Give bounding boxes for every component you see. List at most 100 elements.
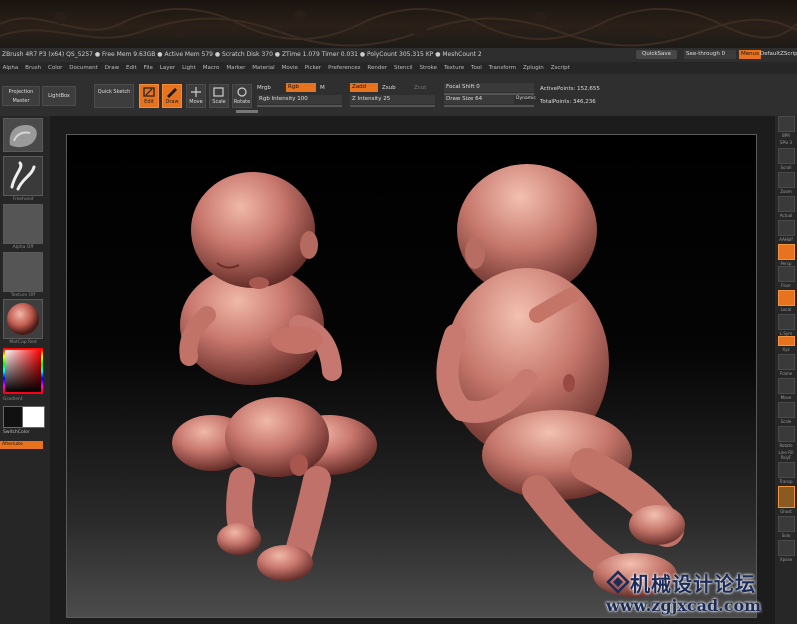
menu-light[interactable]: Light bbox=[182, 62, 196, 74]
menu-tool[interactable]: Tool bbox=[471, 62, 482, 74]
draw-size-slider[interactable]: Draw Size 64 bbox=[444, 95, 514, 104]
texture-thumbnail[interactable] bbox=[3, 252, 43, 292]
lsym-button[interactable] bbox=[778, 314, 795, 330]
rgb-toggle[interactable]: Rgb bbox=[286, 83, 316, 92]
alpha-thumbnail[interactable] bbox=[3, 204, 43, 244]
mrgb-toggle[interactable]: Mrgb bbox=[257, 84, 271, 92]
menu-movie[interactable]: Movie bbox=[282, 62, 298, 74]
rotate-view-label: Rotate bbox=[779, 443, 793, 448]
floor-button[interactable] bbox=[778, 266, 795, 282]
menu-marker[interactable]: Marker bbox=[226, 62, 245, 74]
persp-button[interactable] bbox=[778, 244, 795, 260]
dynamic-toggle[interactable]: Dynamic bbox=[516, 95, 536, 103]
menu-file[interactable]: File bbox=[144, 62, 153, 74]
xyz-button[interactable] bbox=[778, 336, 795, 346]
scale-view-button[interactable] bbox=[778, 402, 795, 418]
scale-label: Scale bbox=[212, 99, 226, 105]
zsub-toggle[interactable]: Zsub bbox=[382, 84, 396, 92]
texture-label: Texture Off bbox=[10, 293, 36, 298]
move-view-button[interactable] bbox=[778, 378, 795, 394]
menu-picker[interactable]: Picker bbox=[305, 62, 321, 74]
menu-zplugin[interactable]: Zplugin bbox=[523, 62, 544, 74]
menu-document[interactable]: Document bbox=[69, 62, 98, 74]
switch-color-button[interactable]: SwitchColor bbox=[3, 430, 43, 435]
projection-master-button[interactable]: Projection Master bbox=[2, 86, 40, 106]
frame-button[interactable] bbox=[778, 354, 795, 370]
zoom-button[interactable] bbox=[778, 172, 795, 188]
left-tray: Freehand Alpha Off Texture Off MatCap Re… bbox=[0, 116, 50, 624]
menu-stencil[interactable]: Stencil bbox=[394, 62, 413, 74]
rgb-intensity-slider[interactable]: Rgb Intensity 100 bbox=[257, 95, 342, 104]
m-toggle[interactable]: M bbox=[320, 84, 325, 92]
aahalf-label: AAHalf bbox=[779, 237, 793, 242]
document-canvas[interactable] bbox=[66, 134, 757, 618]
spix-slider[interactable]: SPix 3 bbox=[775, 140, 797, 145]
quick-sketch-button[interactable]: Quick Sketch bbox=[94, 84, 134, 108]
stroke-label: Freehand bbox=[12, 197, 34, 202]
shelf-scrollbar[interactable] bbox=[236, 110, 258, 113]
brush-icon bbox=[9, 125, 37, 148]
stroke-thumbnail[interactable] bbox=[3, 156, 43, 196]
gradient-label: Gradient bbox=[3, 397, 23, 402]
alternate-button[interactable]: Alternate bbox=[0, 441, 43, 449]
menu-edit[interactable]: Edit bbox=[126, 62, 137, 74]
menu-material[interactable]: Material bbox=[252, 62, 274, 74]
zadd-toggle[interactable]: Zadd bbox=[350, 83, 378, 92]
transp-button[interactable] bbox=[778, 462, 795, 478]
xpose-button[interactable] bbox=[778, 540, 795, 556]
menu-draw[interactable]: Draw bbox=[105, 62, 119, 74]
actual-button[interactable] bbox=[778, 196, 795, 212]
bpr-button[interactable] bbox=[778, 116, 795, 132]
menu-color[interactable]: Color bbox=[48, 62, 62, 74]
local-button[interactable] bbox=[778, 290, 795, 306]
menu-bar: Alpha Brush Color Document Draw Edit Fil… bbox=[0, 62, 797, 74]
solo-button[interactable] bbox=[778, 516, 795, 532]
zoom-label: Zoom bbox=[780, 189, 792, 194]
bpr-label: BPR bbox=[782, 133, 790, 138]
menu-render[interactable]: Render bbox=[367, 62, 387, 74]
z-intensity-track bbox=[350, 105, 435, 107]
material-sphere-icon bbox=[7, 303, 39, 335]
right-shelf: BPR SPix 3 Scroll Zoom Actual AAHalf Per… bbox=[775, 116, 797, 624]
menu-stroke[interactable]: Stroke bbox=[420, 62, 438, 74]
brush-thumbnail[interactable] bbox=[3, 118, 43, 152]
z-intensity-slider[interactable]: Z Intensity 25 bbox=[350, 95, 435, 104]
scale-button[interactable]: Scale bbox=[209, 84, 229, 108]
menus-toggle[interactable]: Menus bbox=[739, 50, 761, 59]
menu-layer[interactable]: Layer bbox=[160, 62, 175, 74]
menu-preferences[interactable]: Preferences bbox=[328, 62, 360, 74]
edit-button[interactable]: Edit bbox=[139, 84, 159, 108]
secondary-color-swatch[interactable] bbox=[22, 406, 45, 428]
lightbox-button[interactable]: LightBox bbox=[42, 86, 76, 106]
color-picker[interactable] bbox=[3, 348, 43, 394]
aahalf-button[interactable] bbox=[778, 220, 795, 236]
watermark-title: 机械设计论坛 bbox=[630, 572, 756, 596]
quicksave-button[interactable]: QuickSave bbox=[636, 50, 678, 59]
scale-view-label: Scale bbox=[780, 419, 792, 424]
menu-transform[interactable]: Transform bbox=[489, 62, 516, 74]
polyframe-label[interactable]: Line Fill PolyF bbox=[775, 450, 797, 460]
draw-button[interactable]: Draw bbox=[162, 84, 182, 108]
baby-sculpt-right bbox=[436, 164, 685, 597]
draw-icon bbox=[167, 88, 177, 98]
zcut-toggle[interactable]: Zcut bbox=[414, 84, 426, 92]
alpha-label: Alpha Off bbox=[12, 245, 34, 250]
xyz-label: Xyz bbox=[782, 347, 790, 352]
menu-macro[interactable]: Macro bbox=[203, 62, 220, 74]
ghost-button[interactable] bbox=[778, 486, 795, 508]
default-zscript-button[interactable]: DefaultZScript bbox=[760, 50, 797, 59]
move-button[interactable]: Move bbox=[186, 84, 206, 108]
sculpt-render bbox=[172, 164, 685, 597]
menu-brush[interactable]: Brush bbox=[25, 62, 41, 74]
rotate-button[interactable]: Rotate bbox=[232, 84, 252, 108]
scroll-button[interactable] bbox=[778, 148, 795, 164]
menu-zscript[interactable]: Zscript bbox=[551, 62, 570, 74]
menu-texture[interactable]: Texture bbox=[444, 62, 464, 74]
status-info: ZBrush 4R7 P3 (x64) QS_5257 ● Free Mem 9… bbox=[2, 51, 482, 58]
rotate-view-button[interactable] bbox=[778, 426, 795, 442]
primary-color-swatch[interactable] bbox=[3, 406, 23, 428]
see-through-slider[interactable]: See-through 0 bbox=[684, 50, 736, 59]
focal-shift-slider[interactable]: Focal Shift 0 bbox=[444, 83, 534, 92]
menu-alpha[interactable]: Alpha bbox=[3, 62, 19, 74]
material-thumbnail[interactable] bbox=[3, 299, 43, 339]
